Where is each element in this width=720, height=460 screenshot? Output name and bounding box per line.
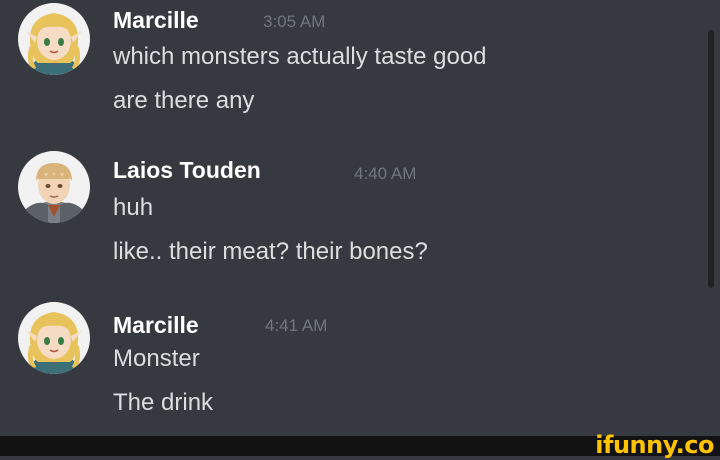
author-name[interactable]: Laios Touden xyxy=(113,157,261,183)
message-text: Monster xyxy=(113,345,200,372)
timestamp: 4:41 AM xyxy=(265,316,328,335)
watermark-bar: ifunny.co xyxy=(0,431,720,459)
author-name[interactable]: Marcille xyxy=(113,312,199,338)
timestamp: 3:05 AM xyxy=(263,12,326,31)
author-name[interactable]: Marcille xyxy=(113,7,199,33)
marcille-avatar[interactable] xyxy=(18,3,90,75)
scrollbar[interactable] xyxy=(708,30,714,288)
message-text: are there any xyxy=(113,87,255,114)
timestamp: 4:40 AM xyxy=(354,164,417,183)
laios-avatar[interactable] xyxy=(18,151,90,223)
message-text: like.. their meat? their bones? xyxy=(113,238,428,265)
message-text: which monsters actually taste good xyxy=(113,43,487,70)
marcille-avatar[interactable] xyxy=(18,302,90,374)
message-text: The drink xyxy=(113,389,214,416)
chat-window: Marcille 3:05 AM which monsters actually… xyxy=(0,0,720,436)
message-text: huh xyxy=(113,194,154,221)
